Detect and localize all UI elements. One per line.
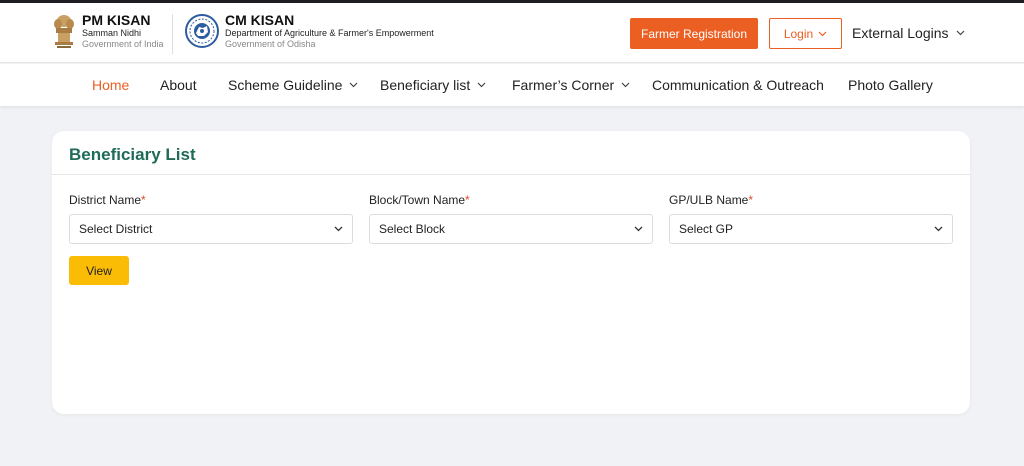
required-mark: * <box>141 193 146 207</box>
external-logins-label: External Logins <box>852 25 949 41</box>
block-select-value: Select Block <box>379 222 446 236</box>
nav-item-label: Farmer’s Corner <box>512 77 615 93</box>
login-button[interactable]: Login <box>769 18 842 49</box>
pm-kisan-title: PM KISAN <box>82 12 151 28</box>
pm-kisan-org: Government of India <box>82 39 164 49</box>
cm-kisan-logo[interactable]: CM KISAN Department of Agriculture & Far… <box>185 13 434 49</box>
national-emblem-icon <box>54 15 74 48</box>
required-mark: * <box>748 193 754 207</box>
logo-divider <box>172 14 173 54</box>
block-select[interactable]: Select Block <box>369 214 653 244</box>
view-button[interactable]: View <box>69 256 129 285</box>
pm-kisan-subtitle: Samman Nidhi <box>82 28 142 38</box>
district-select-value: Select District <box>79 222 153 236</box>
required-mark: * <box>465 193 470 207</box>
nav-item-home[interactable]: Home <box>92 77 129 93</box>
block-label-text: Block/Town Name <box>369 193 466 207</box>
chevron-down-icon <box>956 30 964 36</box>
nav-item-about[interactable]: About <box>160 77 197 93</box>
chevron-down-icon <box>334 226 343 232</box>
district-label: District Name* <box>69 193 146 207</box>
chevron-down-icon <box>934 226 943 232</box>
chevron-down-icon <box>349 82 358 88</box>
farmer-registration-button[interactable]: Farmer Registration <box>630 18 758 49</box>
gp-label-text: GP/ULB Name <box>669 193 749 207</box>
beneficiary-list-card: Beneficiary List District Name* Select D… <box>52 131 970 414</box>
login-label: Login <box>783 26 814 41</box>
odisha-emblem-icon <box>185 14 219 48</box>
cm-kisan-org: Government of Odisha <box>225 39 316 49</box>
nav-item-label: Beneficiary list <box>380 77 471 93</box>
main-nav: Home About Scheme Guideline Beneficiary … <box>0 64 1024 106</box>
external-logins-dropdown[interactable]: External Logins <box>852 25 965 41</box>
chevron-down-icon <box>621 82 630 88</box>
nav-item-label: About <box>160 77 197 93</box>
nav-item-scheme-guideline[interactable]: Scheme Guideline <box>228 77 358 93</box>
nav-item-label: Photo Gallery <box>848 77 933 93</box>
page-title: Beneficiary List <box>69 145 196 164</box>
gp-select[interactable]: Select GP <box>669 214 953 244</box>
block-label: Block/Town Name* <box>369 193 470 207</box>
chevron-down-icon <box>477 82 486 88</box>
nav-item-communication-outreach[interactable]: Communication & Outreach <box>652 77 824 93</box>
district-select[interactable]: Select District <box>69 214 353 244</box>
nav-item-photo-gallery[interactable]: Photo Gallery <box>848 77 933 93</box>
gp-label: GP/ULB Name* <box>669 193 753 207</box>
cm-kisan-subtitle: Department of Agriculture & Farmer's Emp… <box>225 28 434 38</box>
nav-item-label: Home <box>92 77 130 93</box>
nav-item-label: Communication & Outreach <box>652 77 824 93</box>
nav-item-beneficiary-list[interactable]: Beneficiary list <box>380 77 486 93</box>
nav-item-farmers-corner[interactable]: Farmer’s Corner <box>512 77 630 93</box>
gp-select-value: Select GP <box>679 222 734 236</box>
card-divider <box>52 174 970 175</box>
chevron-down-icon <box>634 226 643 232</box>
district-label-text: District Name <box>69 193 142 207</box>
site-header: PM KISAN Samman Nidhi Government of Indi… <box>0 3 1024 63</box>
nav-item-label: Scheme Guideline <box>228 77 343 93</box>
chevron-down-icon <box>818 31 827 36</box>
pm-kisan-logo[interactable]: PM KISAN Samman Nidhi Government of Indi… <box>52 13 164 51</box>
cm-kisan-title: CM KISAN <box>225 12 295 28</box>
